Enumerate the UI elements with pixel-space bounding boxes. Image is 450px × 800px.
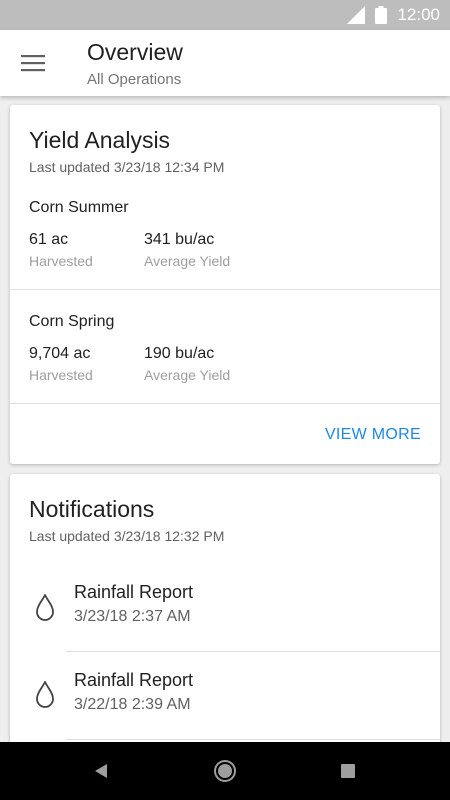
view-more-button[interactable]: VIEW MORE: [325, 426, 421, 444]
notification-time: 3/22/18 2:39 AM: [74, 696, 191, 713]
notification-item[interactable]: Rainfall Report 3/22/18 2:39 AM: [10, 652, 440, 740]
average-yield-label: Average Yield: [144, 367, 231, 383]
notifications-card-title: Notifications: [29, 496, 155, 522]
water-drop-icon: [36, 681, 54, 708]
home-icon: [214, 760, 236, 782]
recents-button[interactable]: [333, 756, 363, 786]
harvested-label: Harvested: [29, 367, 93, 383]
signal-icon: [347, 6, 366, 24]
divider: [10, 289, 440, 290]
battery-icon: [375, 6, 388, 24]
average-yield-value: 341 bu/ac: [144, 231, 215, 248]
yield-analysis-card: Yield Analysis Last updated 3/23/18 12:3…: [10, 105, 440, 464]
divider: [10, 403, 440, 404]
page-title: Overview: [87, 39, 183, 65]
yield-card-title: Yield Analysis: [29, 127, 171, 153]
notification-title: Rainfall Report: [74, 670, 194, 690]
page-subtitle: All Operations: [87, 71, 182, 88]
harvested-value: 61 ac: [29, 231, 69, 248]
system-nav-bar: [0, 742, 450, 800]
recents-icon: [341, 764, 355, 778]
average-yield-label: Average Yield: [144, 253, 231, 269]
harvested-label: Harvested: [29, 253, 93, 269]
notifications-card: Notifications Last updated 3/23/18 12:32…: [10, 474, 440, 742]
hamburger-menu-icon: [21, 55, 45, 72]
menu-button[interactable]: [10, 40, 56, 86]
notification-title: Rainfall Report: [74, 582, 194, 602]
average-yield-value: 190 bu/ac: [144, 345, 215, 362]
notification-item[interactable]: Rainfall Report 3/23/18 2:37 AM: [10, 564, 440, 652]
crop-name: Corn Spring: [29, 313, 115, 330]
notifications-last-updated: Last updated 3/23/18 12:32 PM: [29, 528, 225, 544]
status-bar: 12:00: [0, 0, 450, 30]
notification-time: 3/23/18 2:37 AM: [74, 608, 191, 625]
main-content[interactable]: Yield Analysis Last updated 3/23/18 12:3…: [0, 96, 450, 742]
yield-last-updated: Last updated 3/23/18 12:34 PM: [29, 159, 225, 175]
status-time: 12:00: [397, 5, 440, 24]
water-drop-icon: [36, 594, 54, 621]
harvested-value: 9,704 ac: [29, 345, 91, 362]
divider: [66, 739, 440, 740]
app-bar: Overview All Operations: [0, 30, 450, 96]
home-button[interactable]: [210, 756, 240, 786]
back-button[interactable]: [86, 756, 116, 786]
crop-name: Corn Summer: [29, 199, 129, 216]
back-icon: [95, 764, 107, 778]
